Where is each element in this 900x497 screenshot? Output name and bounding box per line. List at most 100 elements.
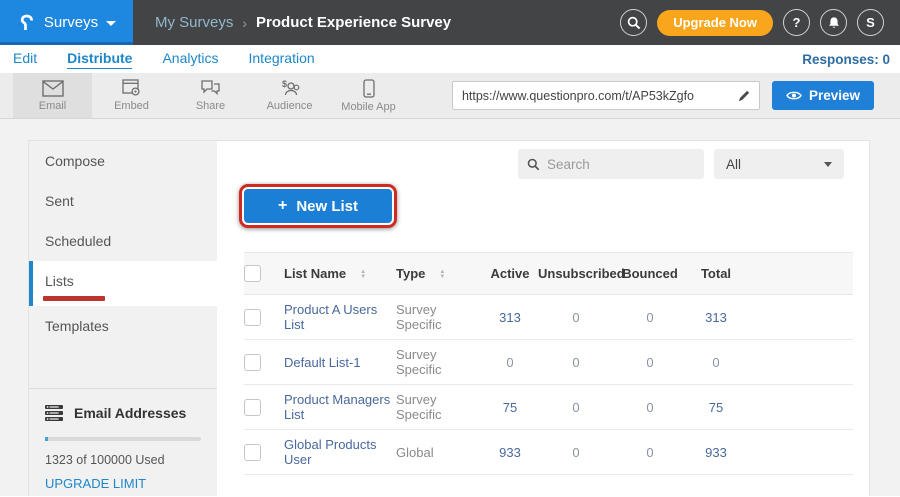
- count-cell: 0: [482, 340, 538, 385]
- table-header-row: List Name▲▼Type▲▼ActiveUnsubscribedBounc…: [244, 253, 853, 295]
- product-switcher[interactable]: Surveys: [0, 0, 133, 45]
- breadcrumb: My Surveys › Product Experience Survey: [155, 14, 451, 31]
- list-stack-icon: [45, 405, 63, 421]
- tab-edit[interactable]: Edit: [13, 50, 37, 68]
- pencil-icon: [738, 89, 751, 102]
- page-background: Compose Sent Scheduled Lists Templates: [0, 119, 900, 496]
- eye-icon: [786, 90, 802, 101]
- list-name-link[interactable]: Global Products User: [284, 437, 377, 467]
- bell-icon: [827, 16, 841, 30]
- count-cell: 0: [614, 385, 686, 430]
- column-header[interactable]: Bounced: [614, 253, 686, 295]
- table-row: Default List-1Survey Specific0000: [244, 340, 853, 385]
- count-cell[interactable]: 313: [686, 295, 746, 340]
- questionpro-logo-icon: [17, 12, 36, 34]
- channel-embed[interactable]: Embed: [92, 73, 171, 118]
- sidebar-item-scheduled[interactable]: Scheduled: [29, 221, 217, 261]
- share-url-input[interactable]: [453, 89, 731, 103]
- count-cell[interactable]: 933: [686, 430, 746, 475]
- column-label: List Name: [284, 266, 346, 281]
- channel-mobile-app[interactable]: Mobile App: [329, 73, 408, 118]
- sort-icon[interactable]: ▲▼: [439, 270, 445, 280]
- breadcrumb-my-surveys[interactable]: My Surveys: [155, 14, 233, 31]
- upgrade-limit-link[interactable]: UPGRADE LIMIT: [45, 476, 146, 491]
- red-highlight-annotation: + New List: [239, 184, 397, 228]
- embed-icon: [122, 79, 142, 97]
- column-label: Bounced: [622, 266, 678, 281]
- tab-integration[interactable]: Integration: [249, 50, 315, 68]
- top-header: Surveys My Surveys › Product Experience …: [0, 0, 900, 45]
- list-type: Survey Specific: [396, 385, 482, 430]
- count-cell[interactable]: 75: [686, 385, 746, 430]
- column-label: Active: [490, 266, 529, 281]
- upgrade-now-button[interactable]: Upgrade Now: [657, 10, 773, 36]
- column-header[interactable]: Active: [482, 253, 538, 295]
- search-icon: [627, 16, 641, 30]
- channel-label: Mobile App: [341, 101, 395, 113]
- channel-audience[interactable]: $ Audience: [250, 73, 329, 118]
- count-cell: 0: [686, 340, 746, 385]
- count-cell[interactable]: 313: [482, 295, 538, 340]
- app-root: Surveys My Surveys › Product Experience …: [0, 0, 900, 497]
- row-checkbox[interactable]: [244, 444, 261, 461]
- share-url-box: [452, 81, 760, 110]
- account-avatar[interactable]: S: [857, 9, 884, 36]
- new-list-button[interactable]: + New List: [244, 189, 392, 223]
- email-sidebar: Compose Sent Scheduled Lists Templates: [29, 141, 217, 496]
- plus-icon: +: [278, 197, 287, 215]
- notifications-button[interactable]: [820, 9, 847, 36]
- list-type: Global: [396, 430, 482, 475]
- list-search-box: [518, 149, 704, 179]
- tab-analytics[interactable]: Analytics: [162, 50, 218, 68]
- preview-label: Preview: [809, 88, 860, 103]
- edit-url-button[interactable]: [731, 82, 759, 109]
- chevron-down-icon: [824, 162, 832, 167]
- help-button[interactable]: ?: [783, 9, 810, 36]
- email-addresses-title: Email Addresses: [74, 405, 186, 421]
- channel-share[interactable]: Share: [171, 73, 250, 118]
- responses-count[interactable]: Responses: 0: [802, 52, 900, 67]
- list-name-link[interactable]: Default List-1: [284, 355, 361, 370]
- email-quota-fill: [45, 437, 48, 441]
- search-button[interactable]: [620, 9, 647, 36]
- table-row: Product Managers ListSurvey Specific7500…: [244, 385, 853, 430]
- count-cell: 0: [538, 385, 614, 430]
- sidebar-item-sent[interactable]: Sent: [29, 181, 217, 221]
- filter-selected-value: All: [726, 157, 741, 172]
- count-cell: 0: [614, 430, 686, 475]
- new-list-label: New List: [296, 198, 358, 215]
- preview-button[interactable]: Preview: [772, 81, 874, 110]
- list-type-filter-dropdown[interactable]: All: [714, 149, 844, 179]
- channel-label: Audience: [267, 100, 313, 112]
- count-cell[interactable]: 75: [482, 385, 538, 430]
- select-all-checkbox[interactable]: [244, 265, 261, 282]
- sidebar-item-templates[interactable]: Templates: [29, 306, 217, 346]
- sort-icon[interactable]: ▲▼: [360, 270, 366, 280]
- channel-email[interactable]: Email: [13, 73, 92, 118]
- row-checkbox[interactable]: [244, 399, 261, 416]
- email-icon: [42, 80, 64, 97]
- column-header[interactable]: Total: [686, 253, 746, 295]
- search-icon: [527, 158, 540, 171]
- mobile-app-icon: [363, 79, 375, 98]
- search-input[interactable]: [547, 157, 695, 172]
- row-checkbox[interactable]: [244, 309, 261, 326]
- count-cell: 0: [538, 295, 614, 340]
- sidebar-item-compose[interactable]: Compose: [29, 141, 217, 181]
- list-name-link[interactable]: Product Managers List: [284, 392, 390, 422]
- count-cell: 0: [538, 430, 614, 475]
- column-header[interactable]: Unsubscribed: [538, 253, 614, 295]
- column-header[interactable]: List Name ▲▼: [284, 253, 396, 295]
- email-lists-table: List Name▲▼Type▲▼ActiveUnsubscribedBounc…: [244, 252, 853, 475]
- sidebar-item-lists[interactable]: Lists: [29, 261, 217, 306]
- breadcrumb-separator-icon: ›: [242, 15, 247, 31]
- channel-label: Embed: [114, 100, 149, 112]
- list-name-link[interactable]: Product A Users List: [284, 302, 377, 332]
- row-checkbox[interactable]: [244, 354, 261, 371]
- column-header[interactable]: Type▲▼: [396, 253, 482, 295]
- list-type: Survey Specific: [396, 340, 482, 385]
- count-cell[interactable]: 933: [482, 430, 538, 475]
- audience-icon: $: [279, 79, 301, 97]
- sidebar-item-label: Lists: [45, 273, 74, 289]
- tab-distribute[interactable]: Distribute: [67, 50, 132, 69]
